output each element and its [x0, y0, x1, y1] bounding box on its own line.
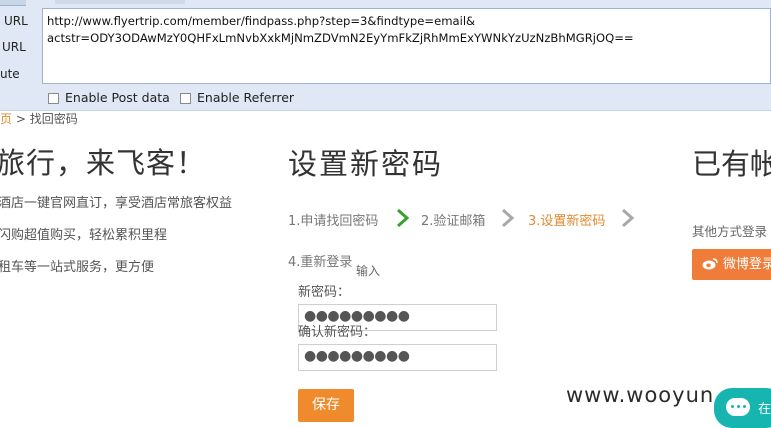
- input-hint: 输入: [356, 264, 381, 278]
- breadcrumb-home-link[interactable]: 页: [0, 112, 12, 126]
- confirm-password-label: 确认新密码：: [298, 325, 377, 340]
- url-line-1: http://www.flyertrip.com/member/findpass…: [47, 14, 476, 28]
- new-password-label: 新密码：: [298, 285, 351, 300]
- toolbar-tab-stub-2[interactable]: [55, 0, 185, 4]
- enable-referrer-label: Enable Referrer: [197, 90, 295, 105]
- online-chat-widget[interactable]: 在: [714, 388, 771, 428]
- enable-referrer-checkbox[interactable]: Enable Referrer: [180, 90, 294, 105]
- weibo-icon: [702, 258, 718, 270]
- checkbox-box[interactable]: [48, 93, 59, 104]
- login-title: 已有帐: [692, 147, 771, 181]
- split-url-label[interactable]: URL: [2, 40, 26, 54]
- promo-line-flash: 闪购超值购买，轻松累积里程: [0, 228, 168, 243]
- breadcrumb-current: 找回密码: [29, 112, 78, 126]
- weibo-login-label: 微博登录: [723, 257, 771, 272]
- checkbox-box[interactable]: [180, 93, 191, 104]
- step-4: 4.重新登录: [288, 255, 353, 270]
- breadcrumb: 页 > 找回密码: [0, 110, 78, 127]
- save-button[interactable]: 保存: [298, 389, 354, 422]
- execute-label[interactable]: ute: [0, 67, 20, 81]
- hackbar-panel: URL URL ute http://www.flyertrip.com/mem…: [0, 0, 771, 111]
- chat-label: 在: [758, 402, 771, 417]
- confirm-password-input[interactable]: ●●●●●●●●●: [298, 344, 497, 371]
- toolbar-tab-stub[interactable]: [0, 0, 26, 6]
- promo-line-hotel: 酒店一键官网直订，享受酒店常旅客权益: [0, 196, 233, 211]
- step-arrow-icon: [502, 208, 515, 228]
- chat-bubble-icon: [726, 398, 750, 416]
- promo-line-car: 租车等一站式服务，更方便: [0, 260, 155, 275]
- step-arrow-done-icon: [397, 208, 410, 228]
- load-url-label[interactable]: URL: [4, 14, 28, 28]
- step-3-active: 3.设置新密码: [528, 214, 606, 229]
- step-1: 1.申请找回密码: [288, 214, 379, 229]
- breadcrumb-separator: >: [15, 112, 26, 126]
- page-title: 设置新密码: [288, 147, 444, 181]
- enable-post-checkbox[interactable]: Enable Post data: [48, 90, 170, 105]
- url-line-2: actstr=ODY3ODAwMzY0QHFxLmNvbXxkMjNmZDVmN…: [47, 31, 634, 45]
- url-textarea[interactable]: http://www.flyertrip.com/member/findpass…: [42, 8, 771, 84]
- step-2: 2.验证邮箱: [421, 214, 486, 229]
- enable-post-label: Enable Post data: [65, 90, 170, 105]
- promo-title: 旅行，来飞客！: [0, 146, 207, 180]
- weibo-login-button[interactable]: 微博登录: [692, 249, 771, 280]
- other-login-label: 其他方式登录: [692, 224, 768, 239]
- step-arrow-icon: [622, 208, 635, 228]
